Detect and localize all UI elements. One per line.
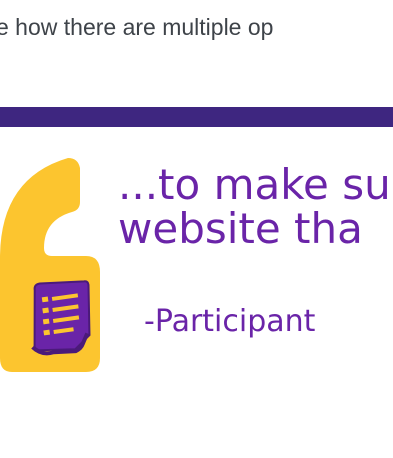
quote-line-2: website tha (118, 204, 363, 253)
intro-text: e how there are multiple op (0, 14, 274, 40)
quote-line-1: ...to make su (118, 160, 391, 209)
section-divider (0, 107, 393, 127)
quote-text: ...to make su website tha (118, 163, 391, 251)
quote-graphic (0, 158, 106, 378)
quote-attribution: -Participant (144, 304, 316, 339)
page: e how there are multiple op ...to make s… (0, 0, 393, 458)
